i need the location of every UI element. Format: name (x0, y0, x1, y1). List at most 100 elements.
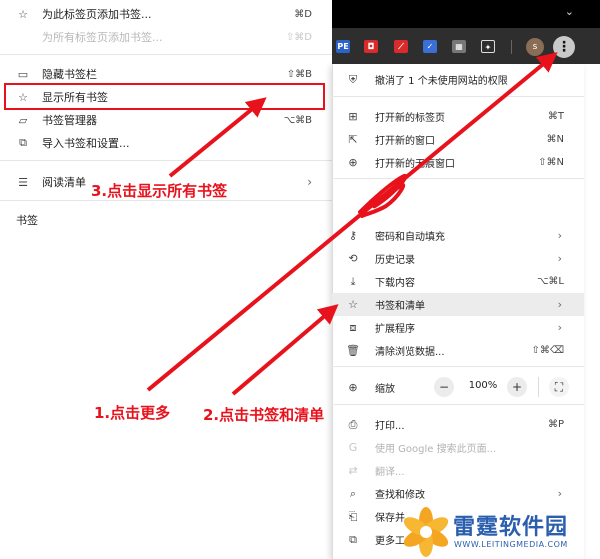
folder-icon: ▱ (18, 113, 28, 127)
shortcut: ⌥⌘L (536, 276, 564, 287)
new-tab-icon: ⊞ (348, 110, 358, 123)
shortcut: ⇧⌘B (286, 68, 312, 80)
bookmarks-heading-label: 书签 (16, 214, 38, 227)
history-item[interactable]: ⟲ 历史记录 › (332, 247, 584, 270)
key-icon: ⚷ (348, 229, 358, 242)
print-item[interactable]: ⎙ 打印... ⌘P (332, 413, 584, 436)
import-bookmarks-label: 导入书签和设置... (42, 137, 130, 150)
bookmark-all-tabs-label: 为所有标签页添加书签... (42, 31, 163, 44)
zoom-label: 缩放 (375, 384, 395, 395)
printer-icon: ⎙ (348, 417, 358, 431)
passwords-label: 密码和自动填充 (375, 232, 445, 243)
incognito-icon: ⊕ (348, 156, 358, 169)
chevron-down-icon[interactable]: ⌄ (565, 5, 574, 18)
star-icon: ☆ (18, 7, 28, 21)
extensions-item[interactable]: ⧈ 扩展程序 › (332, 316, 584, 339)
tab-strip: ⌄ (332, 0, 600, 28)
extensions-puzzle-icon[interactable]: ✦ (481, 40, 495, 53)
chevron-right-icon: › (557, 298, 562, 311)
fullscreen-button[interactable]: ⛶ (549, 377, 569, 397)
chevron-right-icon: › (557, 229, 562, 242)
clear-browsing-data-item[interactable]: 🗑 清除浏览数据... ⇧⌘⌫ (332, 339, 584, 362)
bookmark-this-tab-item[interactable]: ☆ 为此标签页添加书签... ⌘D (0, 2, 332, 26)
chevron-right-icon: › (307, 175, 312, 189)
extension-grid-icon[interactable]: ▦ (452, 40, 466, 53)
search-google-label: 使用 Google 搜索此页面... (375, 444, 497, 455)
import-bookmarks-item[interactable]: ⧉ 导入书签和设置... (0, 131, 332, 155)
clear-browsing-data-label: 清除浏览数据... (375, 347, 445, 358)
bookmarks-and-lists-label: 书签和清单 (375, 301, 425, 312)
more-menu-button[interactable]: ⋮ (553, 36, 575, 58)
divider (332, 178, 584, 179)
chevron-right-icon: › (557, 487, 562, 500)
downloads-item[interactable]: ⤓ 下载内容 ⌥⌘L (332, 270, 584, 293)
puzzle-icon: ⧈ (349, 320, 357, 334)
extension-pe-icon[interactable]: PE (336, 40, 350, 53)
revoked-permissions-notice[interactable]: ⛨ 撤消了 1 个未使用网站的权限 (332, 68, 584, 91)
step-2-annotation: 2.点击书签和清单 (203, 406, 325, 424)
divider (0, 54, 332, 55)
new-window-label: 打开新的窗口 (375, 136, 435, 147)
shortcut: ⇧⌘⌫ (531, 345, 564, 356)
divider (332, 366, 584, 367)
tools-icon: ⧉ (349, 532, 357, 546)
new-tab-item[interactable]: ⊞ 打开新的标签页 ⌘T (332, 105, 584, 128)
shortcut: ⌘D (294, 8, 312, 20)
divider (0, 160, 332, 161)
history-icon: ⟲ (348, 252, 358, 265)
watermark-title: 雷霆软件园 (453, 515, 569, 540)
avatar[interactable]: s (526, 38, 544, 56)
new-tab-label: 打开新的标签页 (375, 113, 445, 124)
watermark-logo-icon (403, 507, 449, 557)
bookmark-manager-item[interactable]: ▱ 书签管理器 ⌥⌘B (0, 108, 332, 132)
shortcut: ⌘P (547, 419, 564, 430)
zoom-in-button[interactable]: + (507, 377, 527, 397)
bookmark-manager-label: 书签管理器 (42, 114, 97, 127)
shield-icon: ⛨ (348, 72, 358, 86)
chevron-right-icon: › (557, 321, 562, 334)
google-icon: G (348, 441, 358, 454)
zoom-icon: ⊕ (348, 381, 358, 394)
bookmark-this-tab-label: 为此标签页添加书签... (42, 8, 152, 21)
reading-list-icon: ☰ (18, 175, 28, 189)
chevron-right-icon: › (557, 252, 562, 265)
step-1-annotation: 1.点击更多 (94, 404, 171, 422)
print-label: 打印... (375, 421, 405, 432)
reading-list-label: 阅读清单 (42, 176, 86, 189)
watermark: 雷霆软件园 WWW.LEITINGMEDIA.COM (398, 505, 600, 559)
star-icon: ☆ (348, 298, 358, 311)
translate-icon: ⇄ (348, 464, 358, 477)
shortcut: ⇧⌘N (538, 157, 564, 168)
bookmarks-and-lists-item[interactable]: ☆ 书签和清单 › (332, 293, 584, 316)
extension-red-icon[interactable]: ◘ (364, 40, 378, 53)
zoom-level: 100% (468, 380, 498, 391)
shortcut: ⌥⌘B (283, 114, 312, 126)
window-icon: ▭ (17, 67, 29, 81)
find-icon: ⌕ (349, 486, 357, 500)
extension-check-icon[interactable]: ✓ (423, 40, 437, 53)
new-incognito-label: 打开新的无痕窗口 (375, 159, 455, 170)
divider (332, 404, 584, 405)
passwords-autofill-item[interactable]: ⚷ 密码和自动填充 › (332, 224, 584, 247)
bookmark-all-tabs-item: 为所有标签页添加书签... ⇧⌘D (0, 25, 332, 49)
downloads-label: 下载内容 (375, 278, 415, 289)
import-icon: ⧉ (19, 136, 27, 149)
toolbar-divider (511, 40, 512, 54)
divider (332, 96, 584, 97)
zoom-out-button[interactable]: − (434, 377, 454, 397)
shortcut: ⇧⌘D (285, 31, 312, 43)
extension-pen-icon[interactable]: ⟋ (394, 40, 408, 53)
trash-icon: 🗑 (346, 344, 360, 357)
highlight-box (4, 83, 325, 110)
shortcut: ⌘N (546, 134, 564, 145)
hide-bookmarks-bar-label: 隐藏书签栏 (42, 68, 97, 81)
download-icon: ⤓ (350, 274, 356, 288)
step-3-annotation: 3.点击显示所有书签 (91, 182, 228, 200)
find-and-edit-item[interactable]: ⌕ 查找和修改 › (332, 482, 584, 505)
shortcut: ⌘T (547, 111, 564, 122)
find-and-edit-label: 查找和修改 (375, 490, 425, 501)
zoom-row: ⊕ 缩放 (332, 376, 584, 399)
history-label: 历史记录 (375, 255, 415, 266)
new-incognito-window-item[interactable]: ⊕ 打开新的无痕窗口 ⇧⌘N (332, 151, 584, 174)
new-window-item[interactable]: ⇱ 打开新的窗口 ⌘N (332, 128, 584, 151)
